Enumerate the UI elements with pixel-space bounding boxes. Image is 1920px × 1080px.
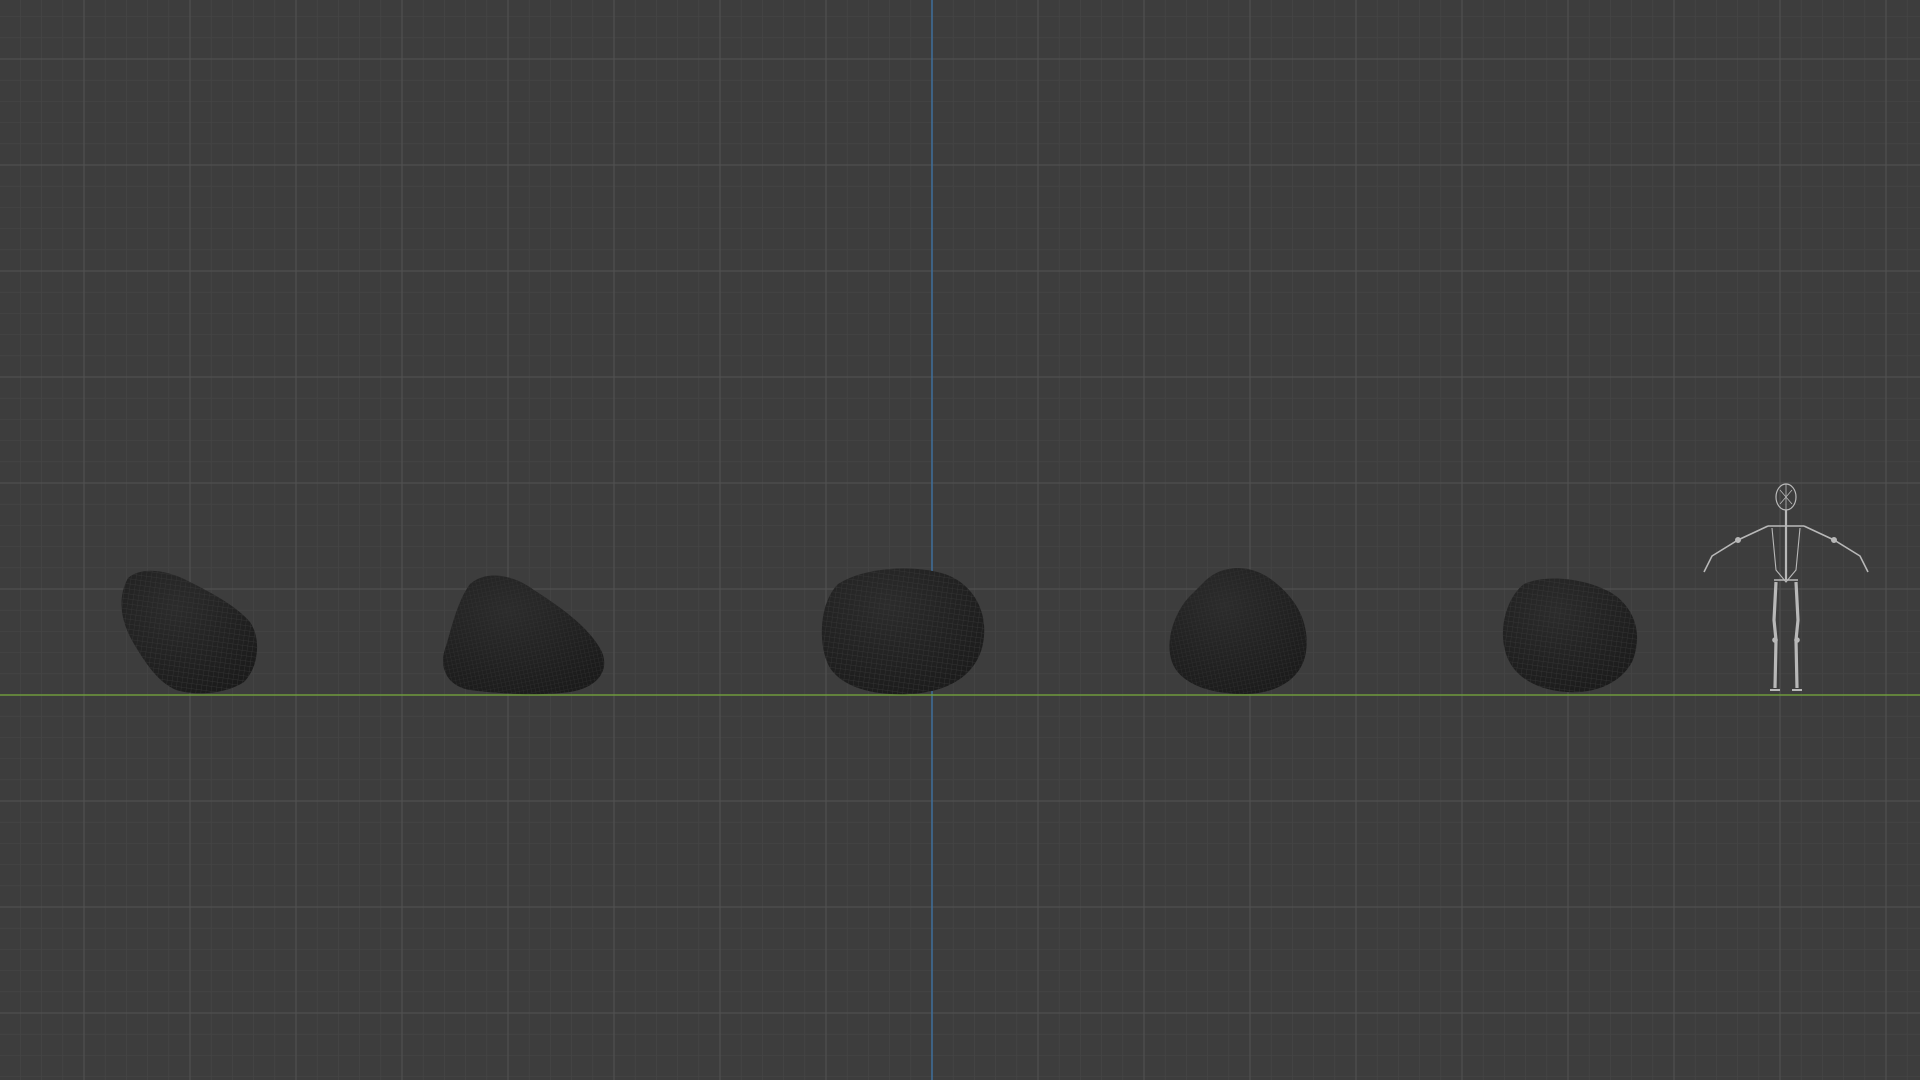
rock-3-mesh[interactable] bbox=[821, 568, 985, 695]
3d-viewport[interactable] bbox=[0, 0, 1920, 1080]
viewport-canvas[interactable] bbox=[0, 0, 1920, 1080]
armature-left-leg bbox=[1772, 581, 1778, 689]
armature-right-leg bbox=[1794, 581, 1800, 689]
